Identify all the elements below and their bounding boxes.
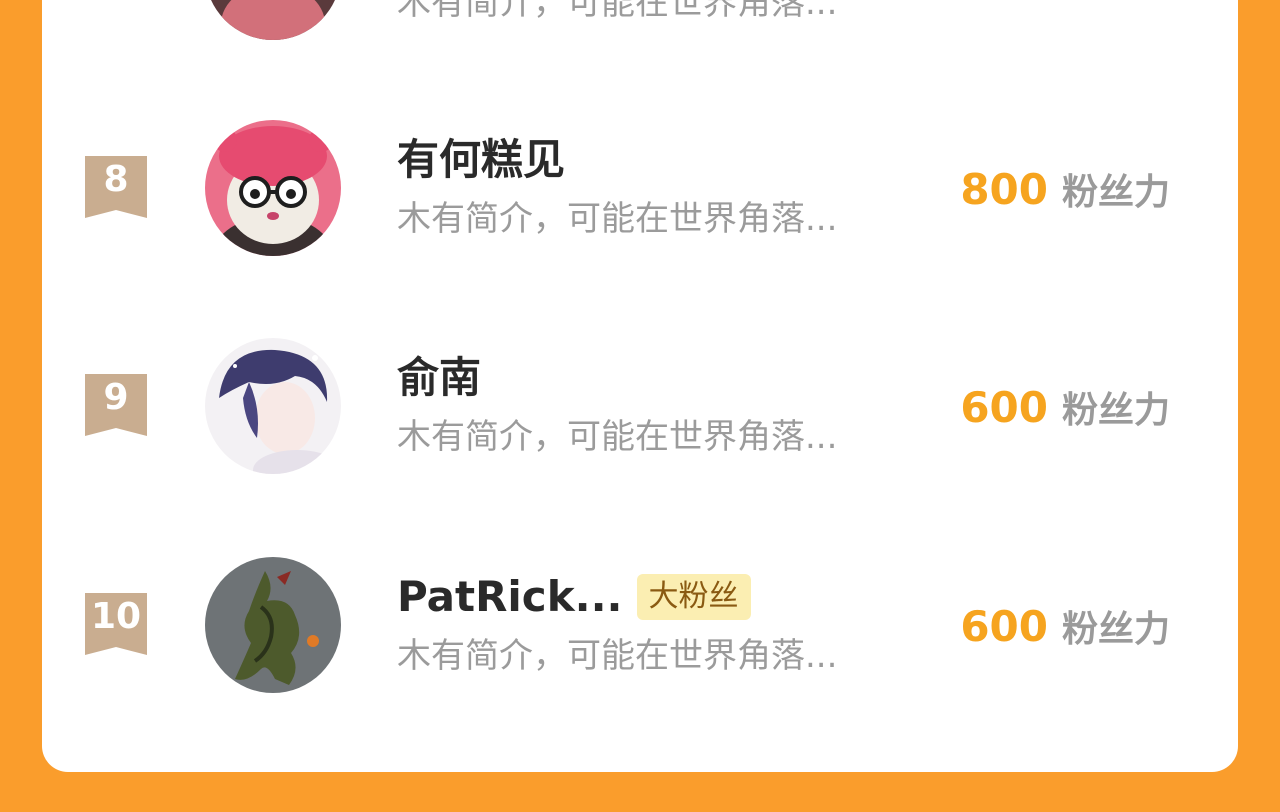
list-item[interactable]: 9 俞南 木有简介，可能在世界角落... 600 粉丝力	[42, 338, 1238, 478]
list-item[interactable]: 8 有何糕见 木有简介，可能在世界角落... 800 粉丝力	[42, 120, 1238, 260]
user-bio: 木有简介，可能在世界角落...	[397, 636, 838, 676]
ranking-card: 木有简介，可能在世界角落... 8 有何糕见 木有简介，可能在世界角落... 8…	[42, 0, 1238, 772]
avatar[interactable]	[205, 338, 341, 474]
rank-badge: 8	[85, 156, 147, 218]
list-item[interactable]: 10 PatRick... 大粉丝 木有简介，可能在世界角落... 600 粉丝…	[42, 557, 1238, 697]
rank-number: 9	[103, 377, 129, 418]
list-item-partial[interactable]: 木有简介，可能在世界角落...	[42, 0, 1238, 44]
fan-power-value: 600	[960, 383, 1048, 432]
user-bio: 木有简介，可能在世界角落...	[397, 0, 838, 23]
user-name-line: 有何糕见	[397, 133, 565, 187]
rank-badge: 10	[85, 593, 147, 655]
user-name-line: 俞南	[397, 351, 481, 405]
user-bio: 木有简介，可能在世界角落...	[397, 199, 838, 239]
fan-power: 600 粉丝力	[960, 383, 1170, 436]
rank-badge: 9	[85, 374, 147, 436]
avatar[interactable]	[205, 557, 341, 693]
avatar[interactable]	[205, 0, 341, 40]
rank-number: 10	[90, 596, 142, 637]
fan-power: 600 粉丝力	[960, 602, 1170, 655]
fan-power-unit: 粉丝力	[1061, 172, 1170, 213]
avatar[interactable]	[205, 120, 341, 256]
fan-power-unit: 粉丝力	[1061, 609, 1170, 650]
fan-power-unit: 粉丝力	[1061, 390, 1170, 431]
user-name[interactable]: PatRick...	[397, 570, 623, 624]
fan-power-value: 600	[960, 602, 1048, 651]
rank-number: 8	[103, 159, 129, 200]
big-fan-badge: 大粉丝	[636, 574, 751, 620]
fan-power: 800 粉丝力	[960, 165, 1170, 218]
user-bio: 木有简介，可能在世界角落...	[397, 417, 838, 457]
fan-power-value: 800	[960, 165, 1048, 214]
user-name[interactable]: 俞南	[397, 351, 481, 405]
user-name[interactable]: 有何糕见	[397, 133, 565, 187]
user-name-line: PatRick... 大粉丝	[397, 570, 751, 624]
